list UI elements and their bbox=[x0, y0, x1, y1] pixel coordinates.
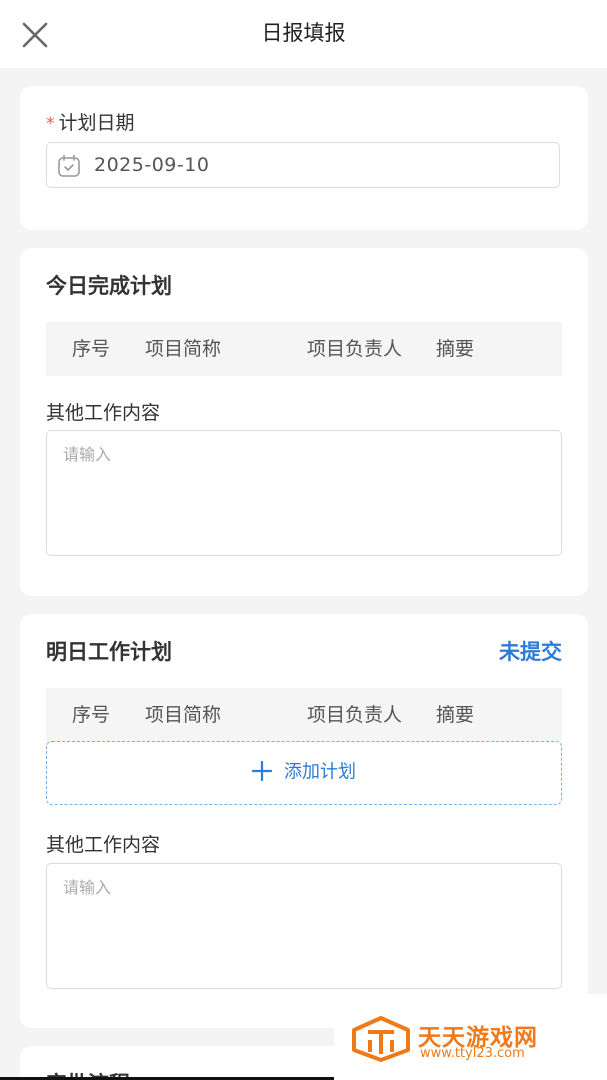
plan-date-label-text: 计划日期 bbox=[58, 112, 135, 134]
today-plan-card: 今日完成计划 序号 项目简称 项目负责人 摘要 其他工作内容 bbox=[20, 248, 588, 596]
app-root: 日报填报 * 计划日期 2025-09-10 今日完成计划 序号 项目简称 项目… bbox=[0, 0, 607, 1080]
required-mark: * bbox=[46, 114, 55, 134]
plan-date-picker[interactable]: 2025-09-10 bbox=[46, 142, 560, 188]
add-plan-button[interactable]: 添加计划 bbox=[46, 741, 562, 805]
top-bar: 日报填报 bbox=[0, 0, 607, 68]
watermark-logo-icon bbox=[352, 1016, 410, 1062]
today-other-work-label: 其他工作内容 bbox=[46, 402, 161, 424]
calendar-icon bbox=[58, 154, 80, 177]
page-title: 日报填报 bbox=[261, 21, 346, 45]
column-header-owner: 项目负责人 bbox=[307, 338, 403, 360]
status-badge: 未提交 bbox=[499, 640, 562, 664]
column-header-index: 序号 bbox=[72, 704, 111, 726]
add-plan-label: 添加计划 bbox=[284, 761, 356, 783]
close-button[interactable] bbox=[18, 18, 52, 52]
today-plan-title: 今日完成计划 bbox=[46, 274, 172, 298]
column-header-owner: 项目负责人 bbox=[307, 704, 403, 726]
today-other-work-input[interactable] bbox=[46, 430, 562, 556]
tomorrow-other-work-input[interactable] bbox=[46, 863, 562, 989]
watermark-url: www.ttyl23.com bbox=[420, 1046, 525, 1061]
plan-date-label: * 计划日期 bbox=[46, 108, 135, 135]
plan-date-value: 2025-09-10 bbox=[94, 154, 210, 176]
tomorrow-plan-table-header: 序号 项目简称 项目负责人 摘要 bbox=[46, 688, 562, 742]
close-icon bbox=[22, 22, 48, 48]
column-header-summary: 摘要 bbox=[436, 704, 475, 726]
column-header-project: 项目简称 bbox=[145, 338, 222, 360]
today-plan-table-header: 序号 项目简称 项目负责人 摘要 bbox=[46, 322, 562, 376]
plan-date-card: * 计划日期 2025-09-10 bbox=[20, 86, 588, 230]
tomorrow-plan-title: 明日工作计划 bbox=[46, 640, 172, 664]
watermark: 天天游戏网 www.ttyl23.com bbox=[334, 994, 607, 1080]
column-header-summary: 摘要 bbox=[436, 338, 475, 360]
tomorrow-other-work-label: 其他工作内容 bbox=[46, 834, 161, 856]
plus-icon bbox=[252, 760, 272, 781]
column-header-project: 项目简称 bbox=[145, 704, 222, 726]
tomorrow-plan-card: 明日工作计划 未提交 序号 项目简称 项目负责人 摘要 添加计划 其他工作内容 bbox=[20, 614, 588, 1028]
column-header-index: 序号 bbox=[72, 338, 111, 360]
